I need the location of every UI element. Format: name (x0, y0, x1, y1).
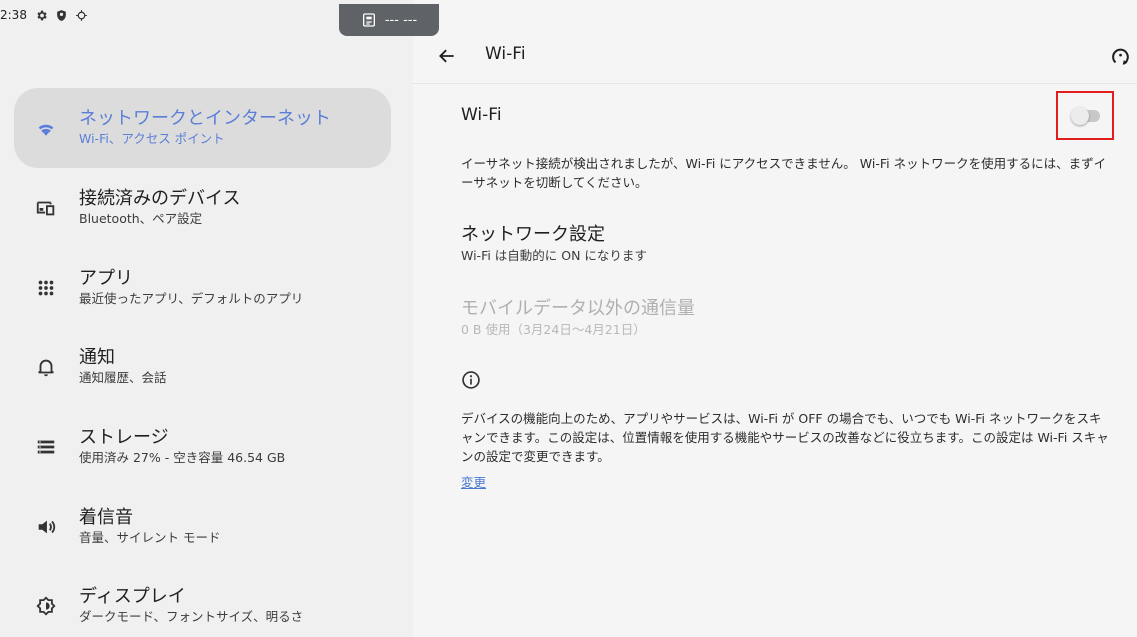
sidebar-item-subtitle: 使用済み 27% - 空き容量 46.54 GB (79, 450, 286, 465)
info-icon (461, 370, 483, 392)
back-button[interactable] (433, 42, 461, 70)
wifi-label: Wi-Fi (461, 105, 502, 125)
settings-screen: 2:38 ネットワークとインターネット Wi-Fi、アクセス ポイント 接続済み… (0, 0, 1137, 637)
cast-indicator[interactable]: --- --- (339, 4, 439, 36)
sidebar-item-subtitle: 通知履歴、会話 (79, 370, 167, 385)
wifi-toggle-highlight (1056, 91, 1114, 140)
sidebar-item-title: 通知 (79, 347, 115, 368)
bug-icon (75, 9, 88, 22)
storage-icon (34, 435, 58, 459)
toolbar-divider (413, 83, 1137, 84)
wifi-toggle-row[interactable]: Wi-Fi (461, 91, 1117, 140)
settings-sidebar: 2:38 ネットワークとインターネット Wi-Fi、アクセス ポイント 接続済み… (0, 0, 413, 637)
network-settings-subtitle: Wi-Fi は自動的に ON になります (461, 248, 647, 263)
sidebar-item-sound[interactable]: 着信音 音量、サイレント モード (14, 487, 391, 567)
sidebar-item-title: ネットワークとインターネット (79, 108, 331, 129)
cast-indicator-text: --- --- (384, 12, 418, 28)
sidebar-item-network[interactable]: ネットワークとインターネット Wi-Fi、アクセス ポイント (14, 88, 391, 168)
sidebar-item-apps[interactable]: アプリ 最近使ったアプリ、デフォルトのアプリ (14, 248, 391, 328)
help-feedback-button[interactable] (1107, 42, 1135, 70)
sidebar-item-display[interactable]: ディスプレイ ダークモード、フォントサイズ、明るさ (14, 566, 391, 637)
arrow-back-icon (439, 49, 454, 63)
sidebar-item-subtitle: Wi-Fi、アクセス ポイント (79, 131, 225, 146)
network-settings-title: ネットワーク設定 (461, 224, 605, 245)
sidebar-item-title: 着信音 (79, 507, 133, 528)
wifi-detail-pane: Wi-Fi Wi-Fi イーサネット接続が検出されましたが、Wi-Fi にアクセ… (413, 0, 1137, 637)
wifi-icon (34, 116, 58, 140)
toggle-knob (1071, 107, 1089, 125)
data-usage-title: モバイルデータ以外の通信量 (461, 298, 695, 319)
status-bar: 2:38 (0, 6, 88, 24)
data-usage-item: モバイルデータ以外の通信量 0 B 使用（3月24日～4月21日） (461, 297, 695, 339)
shield-icon (55, 9, 68, 22)
network-settings-item[interactable]: ネットワーク設定 Wi-Fi は自動的に ON になります (461, 223, 647, 265)
sidebar-item-subtitle: 音量、サイレント モード (79, 530, 221, 545)
settings-icon (35, 9, 48, 22)
cast-icon (361, 12, 377, 28)
devices-icon (34, 196, 58, 220)
bell-icon (34, 355, 58, 379)
page-title: Wi-Fi (485, 44, 526, 64)
wifi-scan-description: デバイスの機能向上のため、アプリやサービスは、Wi-Fi が OFF の場合でも… (461, 411, 1109, 464)
apps-grid-icon (34, 276, 58, 300)
brightness-icon (34, 594, 58, 618)
data-usage-subtitle: 0 B 使用（3月24日～4月21日） (461, 322, 646, 337)
sidebar-item-connected-devices[interactable]: 接続済みのデバイス Bluetooth、ペア設定 (14, 168, 391, 248)
sidebar-item-subtitle: Bluetooth、ペア設定 (79, 211, 203, 226)
help-feedback-icon (1112, 48, 1129, 65)
sidebar-item-title: アプリ (79, 268, 133, 289)
sidebar-item-title: 接続済みのデバイス (79, 188, 241, 209)
ethernet-notice: イーサネット接続が検出されましたが、Wi-Fi にアクセスできません。 Wi-F… (461, 156, 1107, 190)
sidebar-item-subtitle: ダークモード、フォントサイズ、明るさ (79, 609, 304, 624)
volume-icon (34, 515, 58, 539)
toolbar: Wi-Fi (413, 32, 1137, 80)
wifi-toggle-switch[interactable] (1071, 107, 1100, 125)
sidebar-item-subtitle: 最近使ったアプリ、デフォルトのアプリ (79, 291, 304, 306)
status-time: 2:38 (0, 8, 27, 22)
change-scan-settings-link[interactable]: 変更 (461, 472, 486, 491)
sidebar-item-title: ストレージ (79, 427, 169, 448)
sidebar-item-title: ディスプレイ (79, 586, 186, 607)
sidebar-item-storage[interactable]: ストレージ 使用済み 27% - 空き容量 46.54 GB (14, 407, 391, 487)
sidebar-item-notifications[interactable]: 通知 通知履歴、会話 (14, 327, 391, 407)
